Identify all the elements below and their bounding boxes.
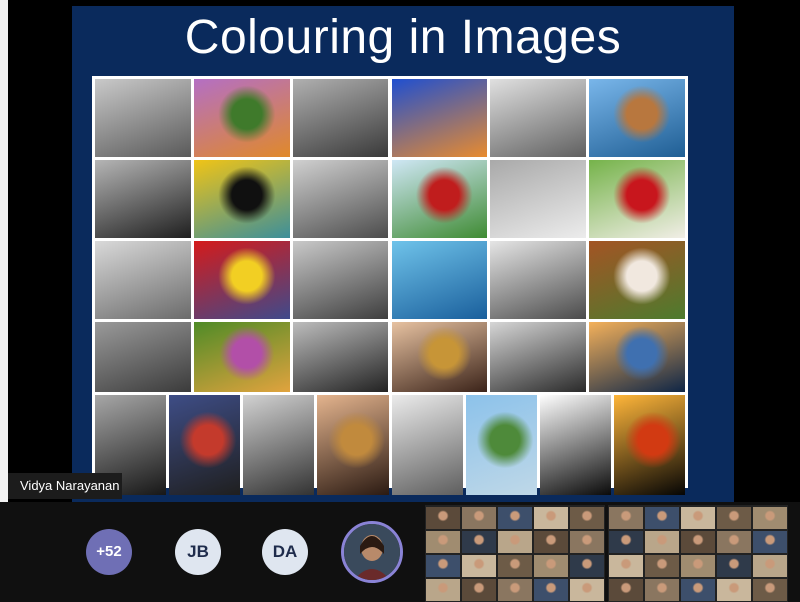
spaniel-grayscale: [490, 241, 587, 319]
gallery-participant-tile: [498, 531, 532, 553]
person-photo-icon: [344, 524, 400, 580]
seascape-color: [589, 322, 685, 392]
eggs-bowl-color: [193, 241, 290, 319]
thistle-butterfly-grayscale: [95, 79, 191, 157]
slide-title: Colouring in Images: [184, 11, 622, 64]
gallery-participant-tile: [570, 531, 604, 553]
gallery-participant-tile: [753, 555, 787, 577]
gallery-participant-tile: [609, 531, 643, 553]
angelfish-grayscale: [95, 160, 191, 238]
speaker-avatar[interactable]: [341, 521, 403, 583]
gallery-participant-tile: [498, 579, 532, 601]
more-participants-button[interactable]: +52: [86, 529, 132, 575]
trumpet-player-color: [391, 322, 488, 392]
candle-color: [613, 395, 685, 495]
mountain-hiker-color: [465, 395, 537, 495]
gallery-participant-tile: [681, 531, 715, 553]
gallery-participant-tile: [645, 531, 679, 553]
gallery-participant-tile: [753, 579, 787, 601]
background-window-edge: [0, 0, 8, 502]
image-comparison-grid: [92, 76, 688, 495]
video-gallery-thumbnail-1[interactable]: [425, 505, 605, 602]
croquet-color: [193, 322, 290, 392]
seascape-grayscale: [490, 322, 587, 392]
gallery-participant-tile: [462, 555, 496, 577]
gallery-participant-tile: [681, 579, 715, 601]
gallery-participant-tile: [645, 507, 679, 529]
candle-grayscale: [539, 395, 611, 495]
gallery-participant-tile: [426, 579, 460, 601]
gallery-participant-tile: [534, 579, 568, 601]
gallery-participant-tile: [426, 531, 460, 553]
shared-screen-slide: Colouring in Images: [72, 6, 734, 502]
panpipe-player-color: [317, 395, 389, 495]
swimming-pool-grayscale: [292, 241, 389, 319]
gallery-participant-tile: [462, 507, 496, 529]
gallery-participant-tile: [570, 579, 604, 601]
gallery-participant-tile: [681, 507, 715, 529]
gallery-participant-tile: [717, 555, 751, 577]
rooster-grayscale: [490, 160, 587, 238]
participant-avatar-da[interactable]: DA: [262, 529, 308, 575]
spaniel-color: [589, 241, 685, 319]
gallery-participant-tile: [462, 531, 496, 553]
active-speaker-name: Vidya Narayanan: [8, 473, 122, 499]
swimming-pool-color: [391, 241, 488, 319]
ceremony-color: [169, 395, 241, 495]
video-gallery-thumbnail-2[interactable]: [608, 505, 788, 602]
gallery-participant-tile: [717, 507, 751, 529]
rooster-color: [589, 160, 685, 238]
jellyfish-grayscale: [292, 79, 389, 157]
gallery-participant-tile: [498, 555, 532, 577]
coastal-cliffs-color: [589, 79, 685, 157]
gallery-participant-tile: [462, 579, 496, 601]
gallery-participant-tile: [609, 579, 643, 601]
trumpet-player-grayscale: [292, 322, 389, 392]
sports-car-grayscale: [292, 160, 389, 238]
gallery-participant-tile: [609, 555, 643, 577]
thistle-butterfly-color: [193, 79, 290, 157]
gallery-participant-tile: [570, 507, 604, 529]
angelfish-color: [193, 160, 290, 238]
gallery-participant-tile: [426, 507, 460, 529]
panpipe-player-grayscale: [243, 395, 315, 495]
eggs-bowl-grayscale: [95, 241, 191, 319]
mountain-hiker-grayscale: [391, 395, 463, 495]
sports-car-color: [391, 160, 488, 238]
gallery-participant-tile: [534, 531, 568, 553]
gallery-participant-tile: [609, 507, 643, 529]
jellyfish-color: [391, 79, 488, 157]
gallery-participant-tile: [717, 579, 751, 601]
gallery-participant-tile: [426, 555, 460, 577]
gallery-participant-tile: [534, 507, 568, 529]
coastal-cliffs-grayscale: [490, 79, 587, 157]
gallery-participant-tile: [681, 555, 715, 577]
gallery-participant-tile: [717, 531, 751, 553]
gallery-participant-tile: [570, 555, 604, 577]
croquet-grayscale: [95, 322, 191, 392]
gallery-participant-tile: [498, 507, 532, 529]
gallery-participant-tile: [534, 555, 568, 577]
gallery-participant-tile: [753, 507, 787, 529]
gallery-participant-tile: [753, 531, 787, 553]
gallery-participant-tile: [645, 555, 679, 577]
participant-avatar-jb[interactable]: JB: [175, 529, 221, 575]
gallery-participant-tile: [645, 579, 679, 601]
